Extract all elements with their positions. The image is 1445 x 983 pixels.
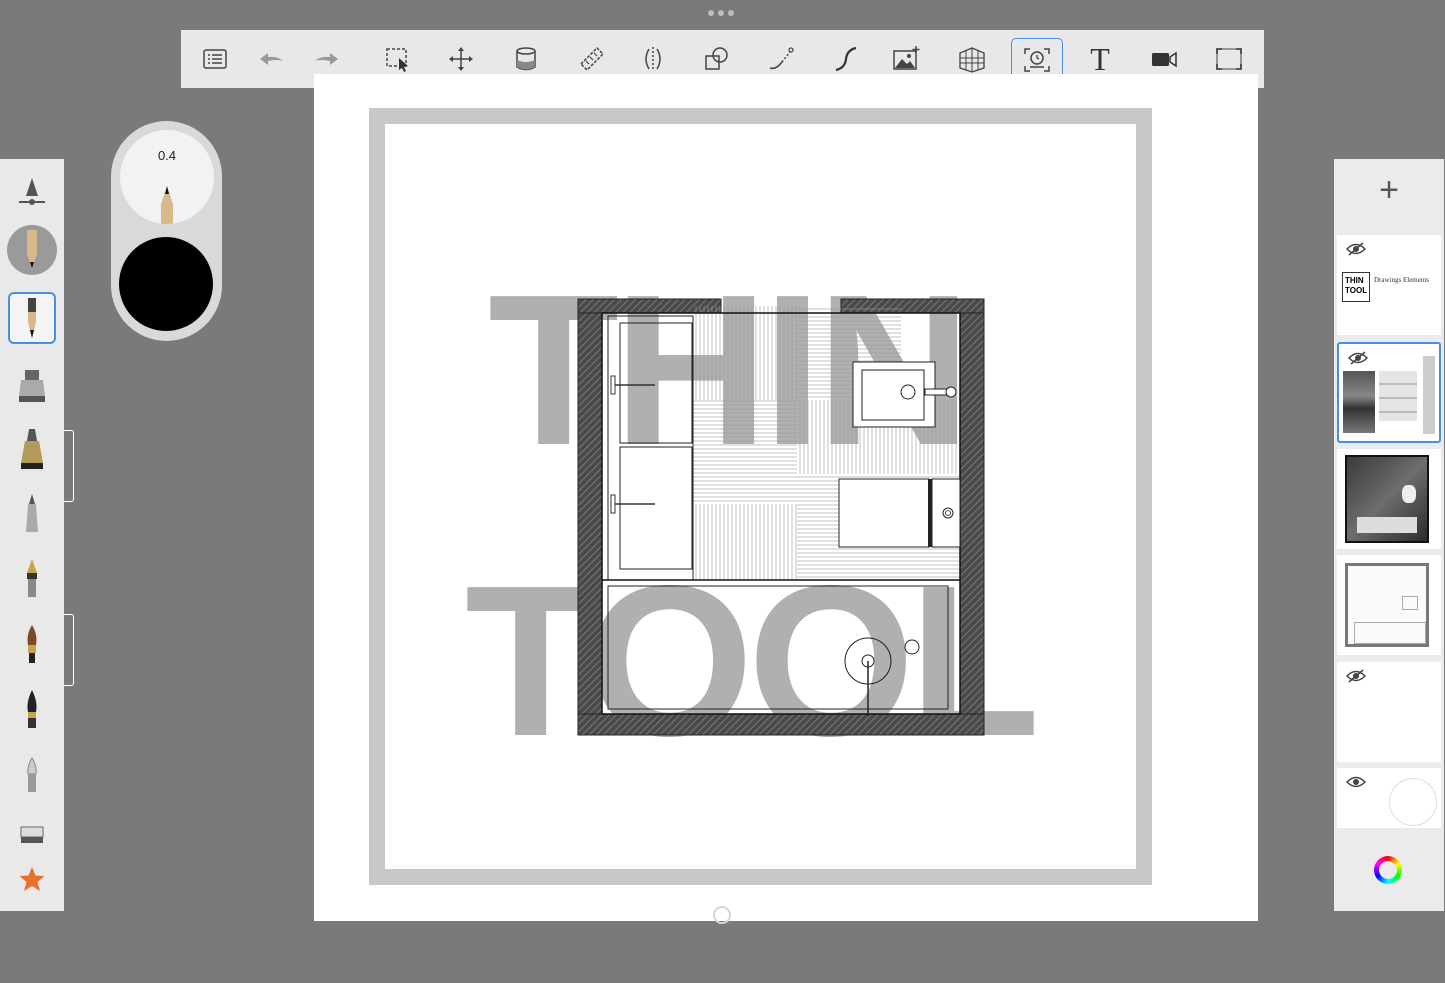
thumb-logo-line2: TOOL [1345, 286, 1368, 295]
brush-size-value: 0.4 [157, 148, 177, 163]
layer-thumbnail [1345, 563, 1429, 647]
text-icon: T [1090, 40, 1110, 77]
fineliner-brush-icon[interactable] [8, 490, 56, 538]
brush-panel-handle[interactable] [63, 430, 74, 502]
thumb-logo-line1: THIN [1345, 276, 1364, 285]
layer-thumbnail [1343, 371, 1375, 433]
layer-thumbnail-text: Drawings Elements [1374, 276, 1430, 284]
layer-scroll-indicator[interactable] [1423, 356, 1435, 434]
smudge-brush-icon[interactable] [8, 752, 56, 800]
airbrush-icon[interactable] [8, 425, 56, 473]
pencil-preview-icon [161, 186, 173, 224]
favorites-star-icon[interactable] [8, 857, 56, 901]
layer-item[interactable] [1337, 555, 1441, 655]
canvas-rotate-handle[interactable] [713, 906, 731, 924]
current-brush-icon[interactable] [7, 225, 57, 275]
brush-size-control[interactable]: 0.4 [120, 130, 214, 224]
pencil-brush-icon[interactable] [8, 292, 56, 344]
layer-item-background[interactable] [1337, 768, 1441, 828]
eye-hidden-icon[interactable] [1347, 350, 1369, 366]
brush-panel-handle[interactable] [63, 614, 74, 686]
layers-panel: + THIN TOOL Drawings Elements [1334, 159, 1444, 911]
color-wheel-icon[interactable] [1374, 856, 1402, 884]
layer-thumbnail [1379, 371, 1417, 421]
layer-thumbnail [1345, 455, 1429, 543]
paintbrush-icon[interactable] [8, 621, 56, 669]
window-handle-dots[interactable] [708, 10, 738, 18]
layer-item[interactable] [1337, 449, 1441, 549]
layer-item[interactable]: THIN TOOL Drawings Elements [1337, 235, 1441, 335]
layer-item[interactable] [1337, 662, 1441, 762]
brush-settings-icon[interactable] [8, 167, 56, 215]
eraser-icon[interactable] [8, 817, 56, 853]
eye-visible-icon[interactable] [1345, 774, 1367, 790]
eye-hidden-icon[interactable] [1345, 668, 1367, 684]
background-color-thumb [1389, 778, 1437, 826]
undo-icon[interactable] [249, 38, 293, 80]
brush-sidebar [0, 159, 64, 911]
layer-item-selected[interactable] [1337, 342, 1441, 443]
layer-thumbnail-logo: THIN TOOL [1342, 272, 1370, 302]
ink-pen-icon[interactable] [8, 555, 56, 603]
list-icon[interactable] [193, 38, 237, 80]
brush-pen-icon[interactable] [8, 686, 56, 734]
brush-color-swatch[interactable] [119, 237, 213, 331]
floor-plan-drawing [577, 298, 985, 736]
marker-brush-icon[interactable] [8, 362, 56, 410]
add-layer-button[interactable]: + [1334, 159, 1444, 221]
eye-hidden-icon[interactable] [1345, 241, 1367, 257]
brush-puck: 0.4 [111, 121, 222, 341]
